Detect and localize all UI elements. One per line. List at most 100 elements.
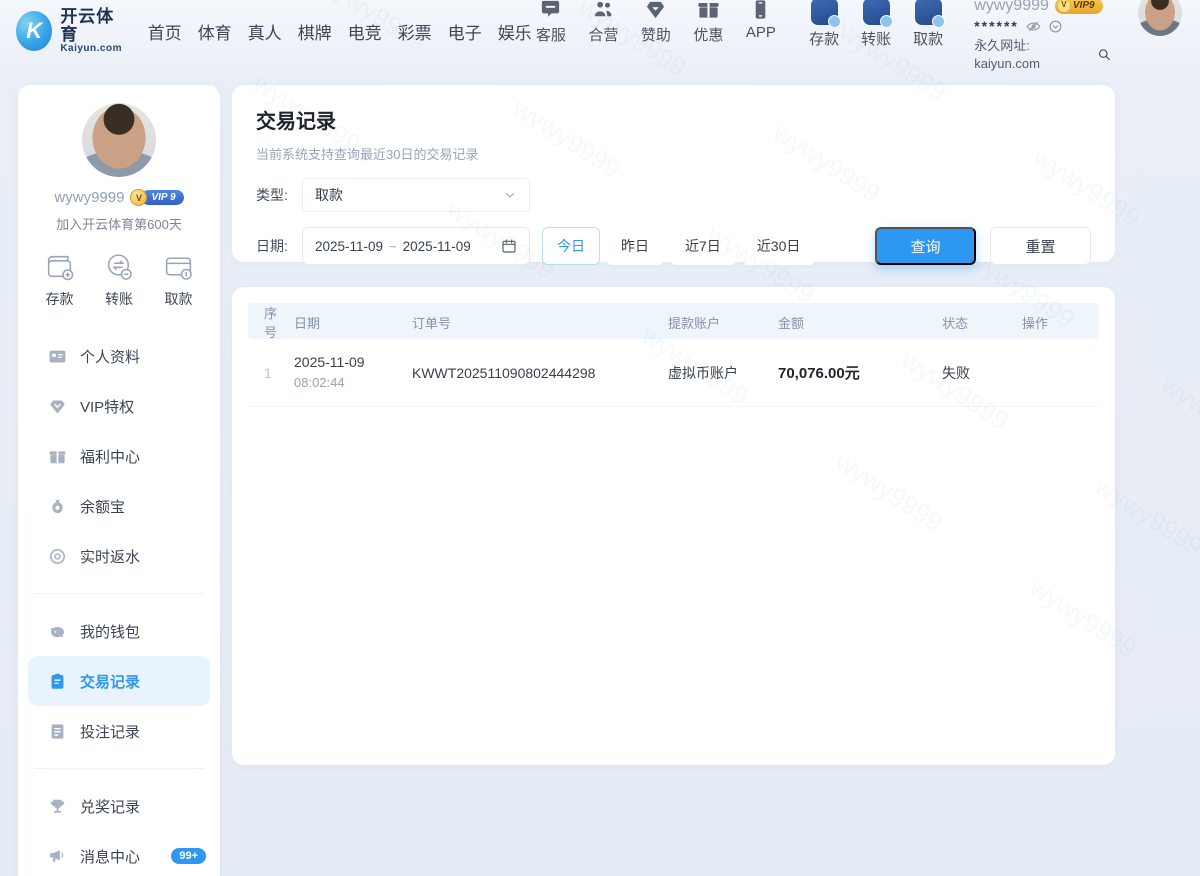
- col-status: 状态: [942, 313, 1022, 332]
- sidebar-item-welfare[interactable]: 福利中心: [18, 431, 220, 481]
- calendar-icon: [501, 238, 517, 254]
- app-screen: K 开云体育 Kaiyun.com 首页 体育 真人 棋牌 电竞 彩票 电子 娱…: [0, 0, 1200, 876]
- membership-days-text: 加入开云体育第600天: [18, 214, 220, 233]
- eye-off-icon[interactable]: [1026, 19, 1041, 34]
- main-content: 交易记录 当前系统支持查询最近30日的交易记录 类型: 取款 日期: 2025-…: [232, 85, 1115, 765]
- nav-lottery[interactable]: 彩票: [398, 19, 432, 44]
- customer-service-button[interactable]: 客服: [532, 0, 571, 45]
- type-filter-label: 类型:: [256, 185, 302, 205]
- sidebar-item-vip[interactable]: VIP特权: [18, 381, 220, 431]
- permanent-url-label: 永久网址: kaiyun.com: [974, 37, 1094, 72]
- col-order-no: 订单号: [412, 313, 668, 332]
- sponsor-button[interactable]: 赞助: [637, 0, 676, 45]
- welfare-icon: [48, 447, 67, 466]
- sidebar-divider: [34, 768, 204, 769]
- page-subtitle: 当前系统支持查询最近30日的交易记录: [256, 144, 1091, 163]
- nav-home[interactable]: 首页: [148, 19, 182, 44]
- row-index: 1: [248, 365, 294, 381]
- row-datetime: 2025-11-09 08:02:44: [294, 353, 412, 392]
- col-index: 序号: [248, 303, 294, 341]
- withdraw-button-top[interactable]: 取款: [908, 0, 948, 49]
- records-table-card: 序号 日期 订单号 提款账户 金额 状态 操作 1 2025-11-09 08:…: [232, 287, 1115, 765]
- deposit-tile-icon: [811, 0, 838, 25]
- profile-icon: [48, 347, 67, 366]
- sponsor-icon: [644, 0, 667, 21]
- range-30days-button[interactable]: 近30日: [742, 227, 816, 265]
- vip-icon: [48, 397, 67, 416]
- sidebar-item-messages[interactable]: 消息中心 99+: [18, 831, 220, 876]
- nav-sports[interactable]: 体育: [198, 19, 232, 44]
- sidebar-item-wallet[interactable]: 我的钱包: [18, 606, 220, 656]
- deposit-button-top[interactable]: 存款: [804, 0, 844, 49]
- username: wywy9999: [974, 0, 1049, 16]
- sidebar-username: wywy9999: [54, 189, 124, 206]
- sidebar-item-bets[interactable]: 投注记录: [18, 706, 220, 756]
- gift-icon: [697, 0, 720, 21]
- range-yesterday-button[interactable]: 昨日: [606, 227, 664, 265]
- rebate-icon: [48, 547, 67, 566]
- nav-entertainment[interactable]: 娱乐: [498, 19, 532, 44]
- transfer-tile-icon: [863, 0, 890, 25]
- sidebar: wywy9999 V VIP 9 加入开云体育第600天 存款 转账 取款: [18, 85, 220, 876]
- reset-button[interactable]: 重置: [990, 227, 1091, 265]
- partners-button[interactable]: 合营: [584, 0, 623, 45]
- date-filter-label: 日期:: [256, 236, 302, 256]
- balance-masked: ******: [974, 17, 1019, 36]
- range-7days-button[interactable]: 近7日: [670, 227, 736, 265]
- user-avatar[interactable]: [1138, 0, 1182, 36]
- sidebar-withdraw-button[interactable]: 取款: [163, 251, 194, 309]
- type-select[interactable]: 取款: [302, 178, 530, 212]
- sidebar-item-yuebao[interactable]: 余额宝: [18, 481, 220, 531]
- transfer-icon: [104, 251, 135, 282]
- bets-icon: [48, 722, 67, 741]
- transactions-icon: [48, 672, 67, 691]
- sidebar-deposit-button[interactable]: 存款: [44, 251, 75, 309]
- row-account: 虚拟币账户: [668, 363, 778, 383]
- search-button[interactable]: 查询: [875, 227, 976, 265]
- date-range-input[interactable]: 2025-11-09 ~ 2025-11-09: [302, 227, 530, 265]
- filter-card: 交易记录 当前系统支持查询最近30日的交易记录 类型: 取款 日期: 2025-…: [232, 85, 1115, 262]
- sidebar-item-profile[interactable]: 个人资料: [18, 331, 220, 381]
- page-title: 交易记录: [256, 105, 1091, 134]
- sidebar-avatar[interactable]: [82, 103, 156, 177]
- vip-badge: V VIP9: [1055, 0, 1103, 14]
- col-account: 提款账户: [668, 313, 778, 332]
- deposit-icon: [44, 251, 75, 282]
- sidebar-transfer-button[interactable]: 转账: [104, 251, 135, 309]
- nav-slots[interactable]: 电子: [448, 19, 482, 44]
- chat-icon: [539, 0, 562, 21]
- message-count-badge: 99+: [171, 848, 206, 864]
- col-action: 操作: [1022, 313, 1099, 332]
- sidebar-divider: [34, 593, 204, 594]
- sidebar-item-transactions[interactable]: 交易记录: [28, 656, 210, 706]
- col-date: 日期: [294, 313, 412, 332]
- row-amount: 70,076.00元: [778, 362, 942, 383]
- sidebar-item-redeem[interactable]: 兑奖记录: [18, 781, 220, 831]
- vip-medal-icon: V: [1058, 0, 1070, 12]
- nav-live[interactable]: 真人: [248, 19, 282, 44]
- message-icon: [48, 847, 67, 866]
- brand-name: 开云体育: [60, 8, 125, 44]
- nav-esports[interactable]: 电竞: [348, 19, 382, 44]
- wallet-icon: [48, 622, 67, 641]
- sidebar-item-rebate[interactable]: 实时返水: [18, 531, 220, 581]
- col-amount: 金额: [778, 313, 942, 332]
- yuebao-icon: [48, 497, 67, 516]
- promotions-button[interactable]: 优惠: [689, 0, 728, 45]
- brand-logo[interactable]: K 开云体育 Kaiyun.com: [16, 8, 126, 54]
- row-status: 失败: [942, 363, 1022, 383]
- brand-domain: Kaiyun.com: [60, 44, 125, 55]
- search-icon[interactable]: [1097, 47, 1111, 62]
- table-header-row: 序号 日期 订单号 提款账户 金额 状态 操作: [248, 303, 1099, 339]
- sidebar-menu: 个人资料 VIP特权 福利中心 余额宝 实时返水 我的钱包: [18, 331, 220, 876]
- app-download-button[interactable]: APP: [742, 0, 781, 41]
- range-today-button[interactable]: 今日: [542, 227, 600, 265]
- transfer-button-top[interactable]: 转账: [856, 0, 896, 49]
- withdraw-tile-icon: [915, 0, 942, 25]
- main-nav: 首页 体育 真人 棋牌 电竞 彩票 电子 娱乐: [148, 19, 532, 44]
- nav-cards[interactable]: 棋牌: [298, 19, 332, 44]
- phone-icon: [749, 0, 772, 21]
- refresh-balance-icon[interactable]: [1048, 19, 1063, 34]
- row-order-no: KWWT202511090802444298: [412, 365, 668, 381]
- chevron-down-icon: [503, 188, 517, 202]
